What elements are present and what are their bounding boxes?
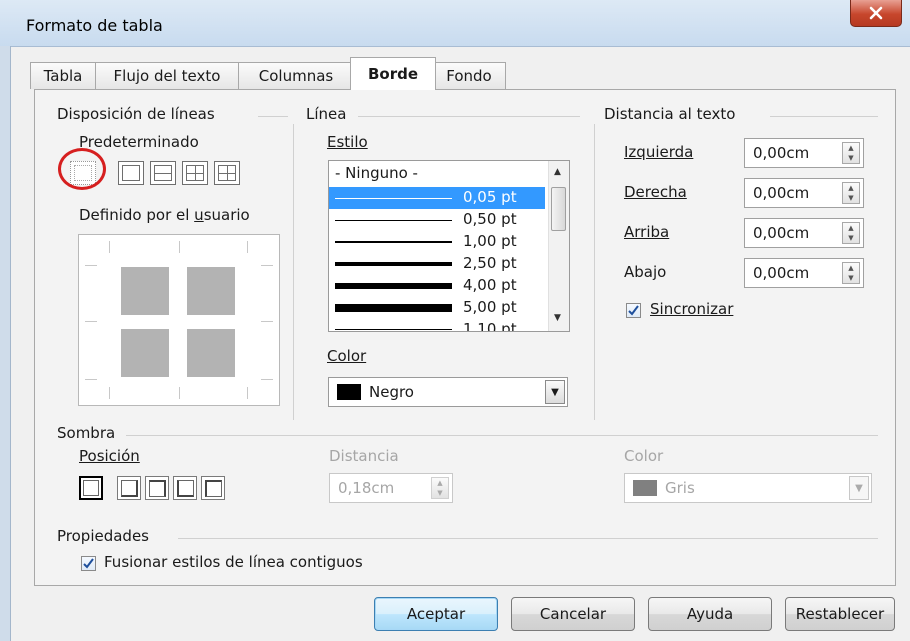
shadow-distance-label: Distancia [329,447,399,465]
right-spacing-label: Derecha [624,183,687,201]
chevron-down-icon[interactable]: ▼ [849,476,869,500]
preset-outer-all-inner[interactable] [182,161,208,185]
merge-line-styles-checkbox[interactable] [81,556,96,571]
cell-preview [187,329,235,377]
tab-borde[interactable]: Borde [350,57,436,90]
cancel-button[interactable]: Cancelar [511,597,635,631]
preset-outer-horizontal[interactable] [150,161,176,185]
spin-button[interactable]: ▲ ▼ [842,222,860,244]
user-defined-label: Definido por el usuario [79,206,250,224]
shadow-color-label: Color [624,447,664,465]
left-spacing-label: Izquierda [624,143,694,161]
merge-line-styles-label: Fusionar estilos de línea contiguos [104,553,363,571]
close-icon [869,6,883,20]
color-swatch [337,384,361,400]
shadow-position-label: Posición [79,447,140,465]
right-spacing-field[interactable]: 0,00cm ▲ ▼ [744,178,864,208]
tab-columnas[interactable]: Columnas [238,62,354,89]
group-separator [293,124,294,420]
line-color-select[interactable]: Negro ▼ [328,377,568,407]
close-button[interactable] [850,0,902,27]
shadow-distance-field[interactable]: 0,18cm ▲ ▼ [329,473,453,503]
group-separator [594,124,595,420]
group-separator [258,116,288,117]
window-title: Formato de tabla [26,16,163,35]
shadow-top-left-button[interactable] [201,476,225,500]
title-bar: Formato de tabla [0,0,910,47]
group-separator [770,116,878,117]
preset-outer-no-inner[interactable] [214,161,240,185]
list-item[interactable]: 0,50 pt [329,209,545,231]
format-table-dialog: Formato de tabla Tabla Flujo del texto C… [0,0,910,641]
color-value: Negro [369,383,414,401]
user-defined-border-preview[interactable] [78,234,280,406]
color-swatch [633,480,657,496]
shadow-bottom-left-button[interactable] [173,476,197,500]
spin-button[interactable]: ▲ ▼ [842,142,860,164]
cell-preview [187,267,235,315]
group-separator [358,116,580,117]
shadow-none-button[interactable] [79,476,103,500]
list-item[interactable]: 0,05 pt [329,187,545,209]
list-scrollbar[interactable]: ▲ ▼ [548,161,569,331]
list-item[interactable]: 2,50 pt [329,253,545,275]
list-item[interactable]: 1,00 pt [329,231,545,253]
group-separator [126,435,878,436]
scroll-down-icon[interactable]: ▼ [554,313,561,323]
cell-preview [121,267,169,315]
properties-group-title: Propiedades [57,527,155,545]
scroll-up-icon[interactable]: ▲ [554,167,561,177]
reset-button[interactable]: Restablecer [785,597,895,631]
shadow-color-value: Gris [665,479,695,497]
list-item[interactable]: - Ninguno - [329,163,545,185]
checkmark-icon [628,305,639,316]
annotation-circle [58,148,106,190]
chevron-down-icon[interactable]: ▼ [545,380,565,404]
ok-button[interactable]: Aceptar [374,597,498,631]
bottom-spacing-label: Abajo [624,263,667,281]
sync-checkbox[interactable] [626,303,641,318]
top-spacing-label: Arriba [624,223,670,241]
help-button[interactable]: Ayuda [648,597,772,631]
checkmark-icon [83,558,94,569]
list-item[interactable]: 5,00 pt [329,297,545,319]
bottom-spacing-field[interactable]: 0,00cm ▲ ▼ [744,258,864,288]
shadow-group-title: Sombra [57,424,122,442]
spin-button[interactable]: ▲ ▼ [842,182,860,204]
group-separator [178,538,878,539]
style-label: Estilo [327,133,368,151]
window-frame [0,46,11,641]
line-group-title: Línea [306,105,353,123]
spin-button[interactable]: ▲ ▼ [431,477,449,499]
top-spacing-field[interactable]: 0,00cm ▲ ▼ [744,218,864,248]
tab-fondo[interactable]: Fondo [432,62,506,89]
list-item[interactable]: 1,10 pt [329,319,545,331]
spin-button[interactable]: ▲ ▼ [842,262,860,284]
sync-label: Sincronizar [650,300,734,318]
line-style-list[interactable]: - Ninguno - 0,05 pt 0,50 pt 1,00 pt 2,50… [328,160,570,332]
list-item[interactable]: 4,00 pt [329,275,545,297]
shadow-color-select[interactable]: Gris ▼ [624,473,872,503]
color-label: Color [327,347,367,365]
scrollbar-thumb[interactable] [551,187,566,231]
spacing-group-title: Distancia al texto [604,105,742,123]
tab-tabla[interactable]: Tabla [30,62,96,89]
shadow-top-right-button[interactable] [145,476,169,500]
preset-outer-border[interactable] [118,161,144,185]
cell-preview [121,329,169,377]
left-spacing-field[interactable]: 0,00cm ▲ ▼ [744,138,864,168]
default-label: Predeterminado [79,133,199,151]
shadow-bottom-right-button[interactable] [117,476,141,500]
tab-flujo-del-texto[interactable]: Flujo del texto [95,62,239,89]
line-arrangement-title: Disposición de líneas [57,105,221,123]
